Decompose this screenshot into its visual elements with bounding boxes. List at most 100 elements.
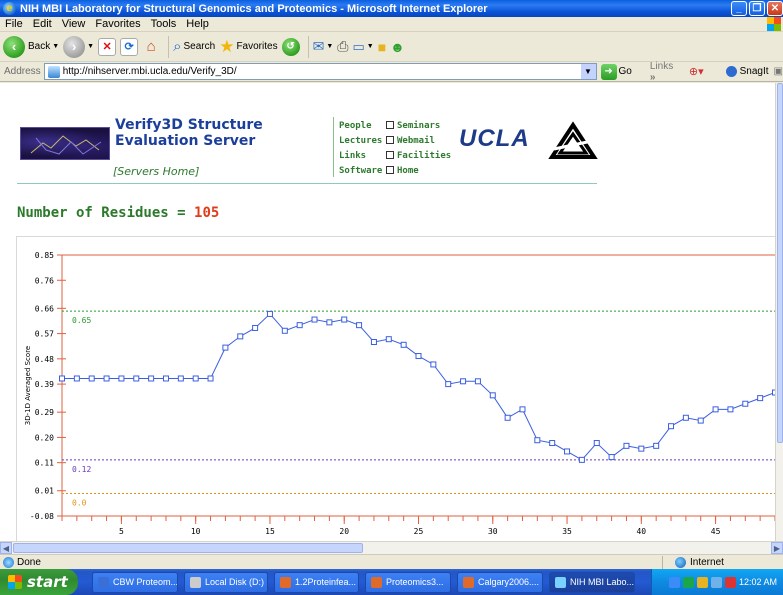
go-button[interactable]: ➜ Go [600,63,632,80]
data-point [489,392,496,399]
horizontal-scrollbar[interactable]: ◀ ▶ [0,541,783,554]
servers-home-link[interactable]: [Servers Home] [113,165,199,178]
menu-edit[interactable]: Edit [28,18,57,30]
data-point [593,440,600,447]
clock: 12:02 AM [738,577,777,587]
mail-icon: ✉ [312,38,325,54]
minimize-button[interactable]: _ [731,1,747,16]
reference-line-label: 0.65 [72,316,91,325]
status-text: Done [17,556,41,568]
menu-file[interactable]: File [0,18,28,30]
nav-home[interactable]: Home [386,164,451,179]
nav-software[interactable]: Software [339,164,382,179]
task-proteomics3[interactable]: Proteomics3... [365,571,451,593]
refresh-button[interactable]: ⟳ [120,37,139,56]
menu-help[interactable]: Help [181,18,214,30]
window-title-bar[interactable]: e NIH MBI Laboratory for Structural Geno… [0,0,783,17]
data-point [88,375,95,382]
go-arrow-icon: ➜ [600,63,617,80]
menu-favorites[interactable]: Favorites [90,18,145,30]
ie-icon: e [3,2,16,15]
data-point [148,375,155,382]
favorites-button[interactable]: ★ Favorites [219,37,277,57]
data-point [653,442,660,449]
data-point [504,414,511,421]
y-tick-label: 0.76 [35,276,54,285]
print-button[interactable]: ⎙ [337,38,348,55]
task-cbw-proteomics[interactable]: CBW Proteom... [92,571,178,593]
reference-line-label: 0.12 [72,465,91,474]
translate-icon[interactable]: ⊕▾ [689,65,704,78]
y-tick-label: 0.11 [35,459,54,468]
edit-button[interactable]: ▭ ▼ [352,39,373,55]
score-line [62,313,775,461]
verify3d-logo [20,127,110,160]
start-button[interactable]: start [0,569,78,595]
folder-button[interactable]: ■ [378,39,386,55]
x-tick-label: 25 [414,527,424,536]
nav-lectures[interactable]: Lectures [339,134,382,149]
menu-view[interactable]: View [57,18,91,30]
page-title: Verify3D Structure Evaluation Server [115,117,263,149]
printer-icon: ⎙ [337,38,349,54]
system-tray: 12:02 AM [651,569,783,595]
search-icon: ⌕ [173,38,182,55]
scroll-left-icon[interactable]: ◀ [0,542,12,554]
nav-seminars[interactable]: Seminars [386,119,451,134]
nav-facilities[interactable]: Facilities [386,149,451,164]
ucla-logo-icon [548,121,598,159]
menu-bar: File Edit View Favorites Tools Help [0,17,783,32]
data-point [192,375,199,382]
tray-network-icon[interactable] [682,576,694,588]
tray-security-icon[interactable] [724,576,736,588]
data-point [341,316,348,323]
data-point [385,336,392,343]
x-tick-label: 20 [339,527,349,536]
vertical-scrollbar[interactable] [775,83,783,541]
address-input[interactable]: http://nihserver.mbi.ucla.edu/Verify_3D/… [43,63,597,80]
menu-tools[interactable]: Tools [146,18,182,30]
nav-webmail[interactable]: Webmail [386,134,451,149]
data-point [73,375,80,382]
data-point [103,375,110,382]
close-button[interactable]: ✕ [767,1,783,16]
scroll-thumb[interactable] [13,543,363,553]
snagit-button[interactable]: SnagIt ▣ [725,66,783,77]
stop-button[interactable]: ✕ [98,37,117,56]
scroll-right-icon[interactable]: ▶ [771,542,783,554]
nav-links[interactable]: Links [339,149,382,164]
mail-button[interactable]: ✉ ▼ [313,38,334,55]
address-dropdown-icon[interactable]: ▼ [580,64,596,79]
data-point [460,378,467,385]
task-calgary2006[interactable]: Calgary2006.... [457,571,543,593]
history-button[interactable]: ↺ [281,37,300,56]
data-point [712,406,719,413]
data-point [177,375,184,382]
search-button[interactable]: ⌕ Search [173,38,215,55]
y-tick-label: 0.01 [35,487,54,496]
tray-volume-icon[interactable] [710,576,722,588]
back-arrow-icon: ‹ [3,35,25,58]
messenger-button[interactable]: ☻ [390,39,405,55]
data-point [370,339,377,345]
back-button[interactable]: ‹ Back ▼ [3,35,59,58]
tray-messenger-icon[interactable] [696,576,708,588]
checkbox-icon [386,166,394,174]
data-point [237,333,244,340]
forward-button[interactable]: › ▼ [63,35,94,58]
maximize-button[interactable]: ❐ [749,1,765,16]
task-proteinfeatures[interactable]: 1.2Proteinfea... [274,571,359,593]
checkbox-icon [386,151,394,159]
data-point [133,375,140,382]
y-tick-label: -0.08 [30,512,54,521]
nav-people[interactable]: People [339,119,382,134]
folder-icon: ■ [377,38,387,55]
links-button[interactable]: Links » [650,61,681,83]
data-point [742,400,749,407]
edit-icon: ▭ [352,38,365,54]
home-icon: ⌂ [146,38,156,55]
task-local-disk[interactable]: Local Disk (D:) [184,571,268,593]
home-button[interactable]: ⌂ [142,38,160,56]
tray-back-icon[interactable] [668,576,680,588]
task-nih-mbi-lab[interactable]: NIH MBI Labo... [549,571,635,593]
